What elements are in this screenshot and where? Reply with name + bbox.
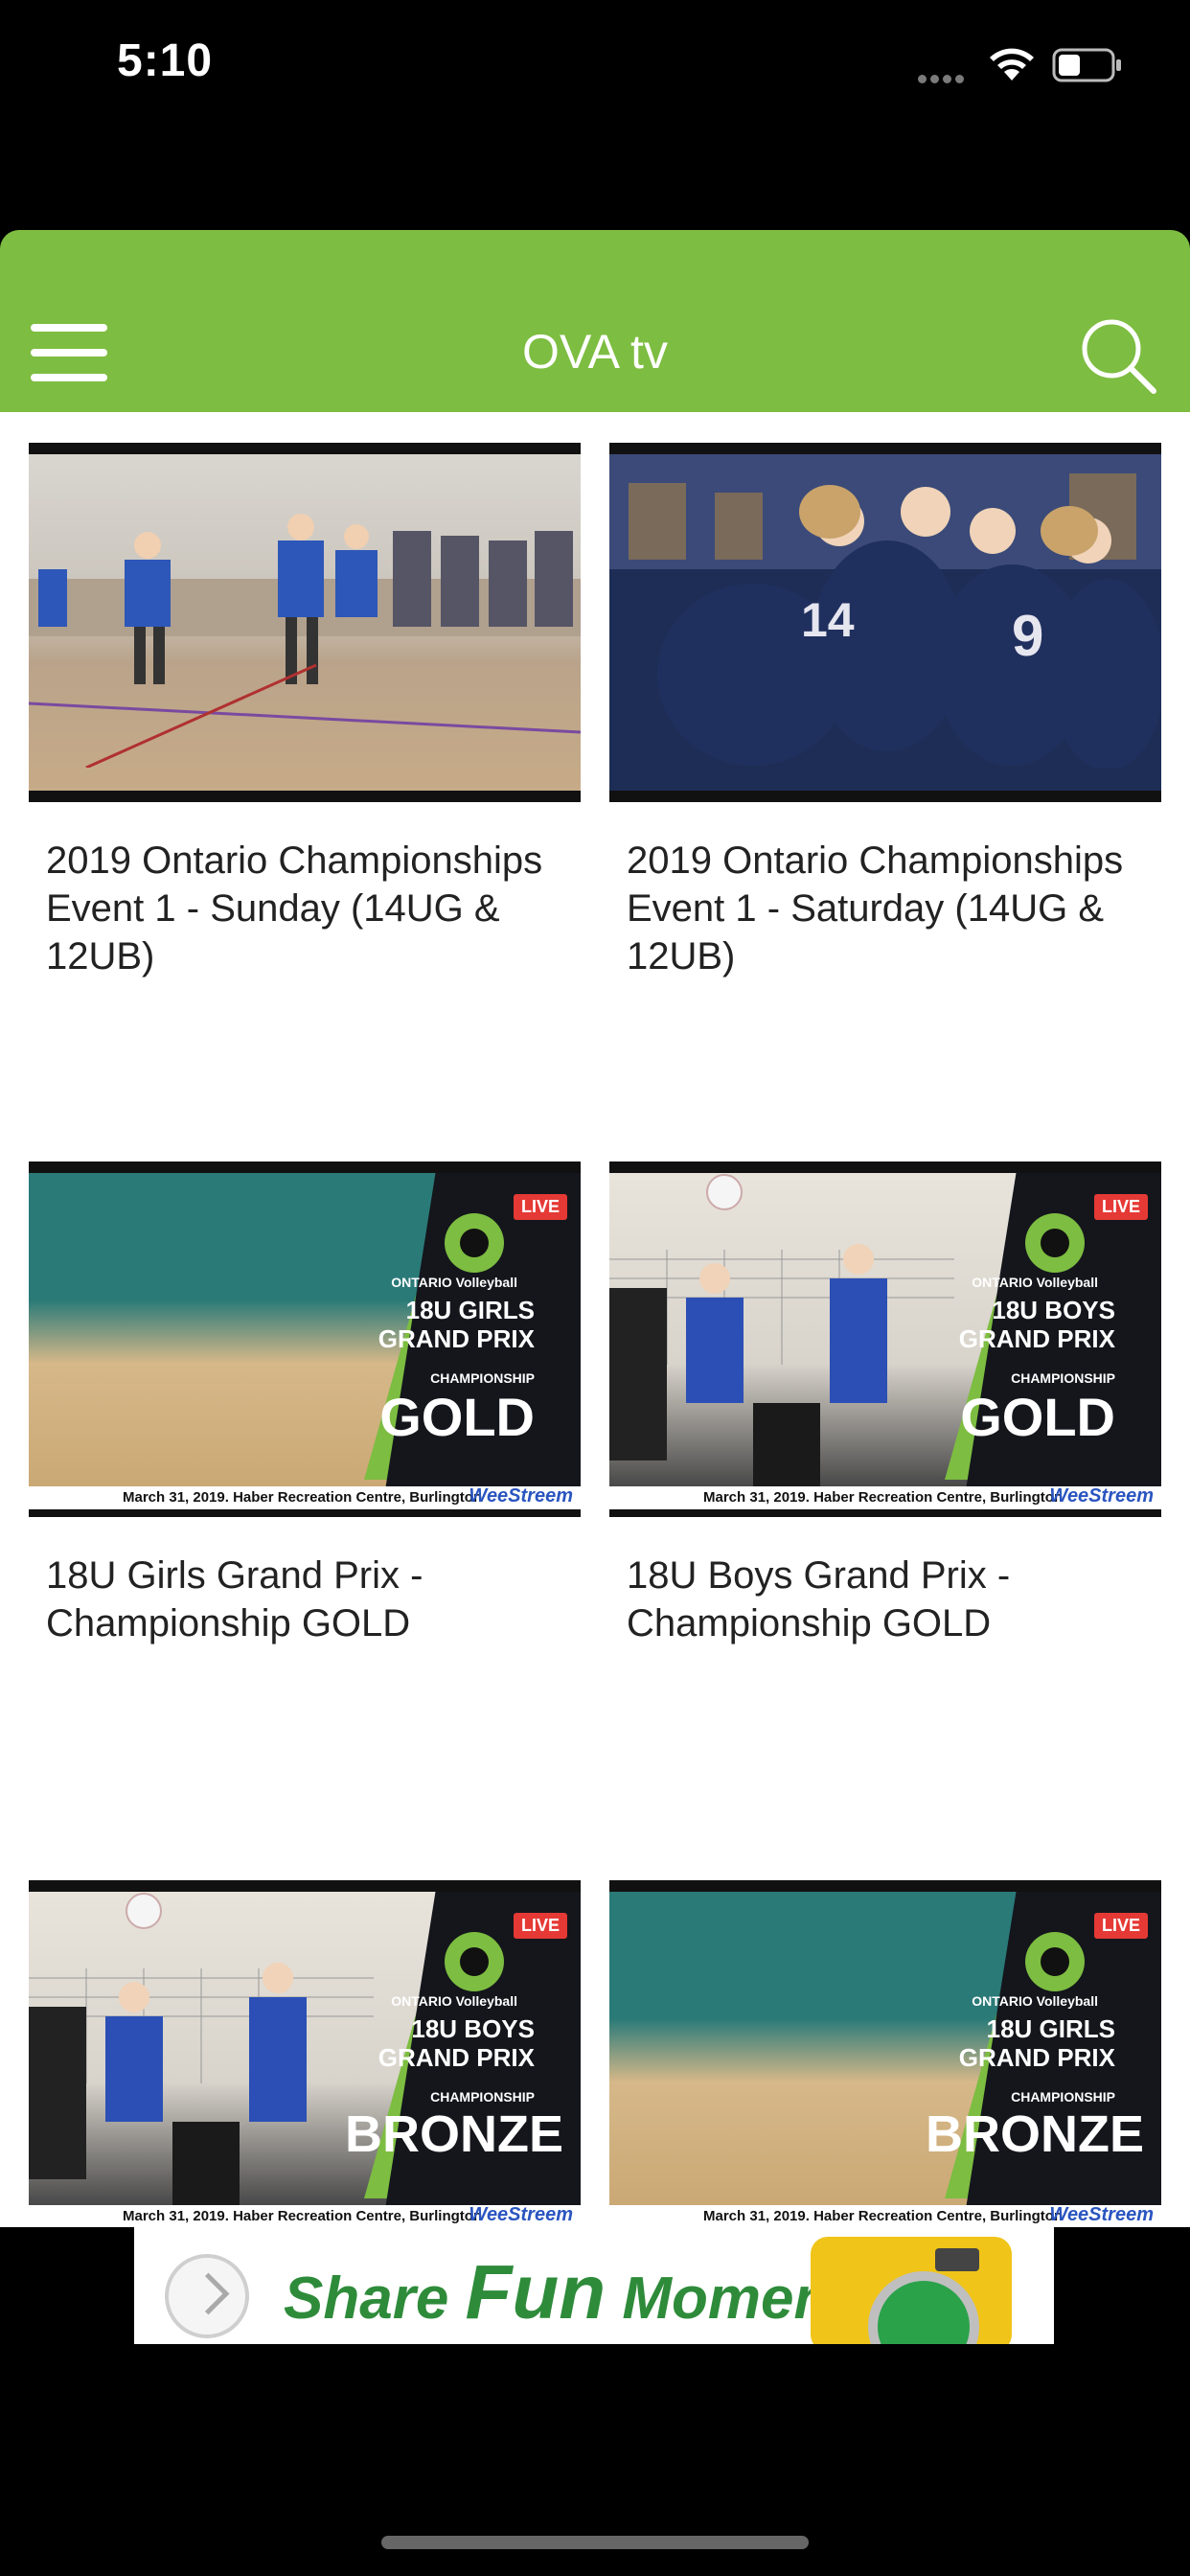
video-card[interactable]: ONTARIO Volleyball LIVE 18U GIRLS GRAND … <box>29 1162 581 1647</box>
weestreem-logo: WeeStreem <box>469 2204 573 2225</box>
volleyball-photo <box>29 514 581 770</box>
promo-sub: CHAMPIONSHIP <box>430 2089 535 2104</box>
promo-sub: CHAMPIONSHIP <box>1011 2089 1115 2104</box>
promo-footer: March 31, 2019. Haber Recreation Centre,… <box>123 1489 483 1506</box>
promo-line-2: GRAND PRIX <box>958 2043 1115 2072</box>
video-title: 2019 Ontario Championships Event 1 - Sun… <box>46 840 543 978</box>
promo-medal: BRONZE <box>926 2105 1144 2163</box>
video-title: 18U Girls Grand Prix - Championship GOLD <box>46 1554 423 1644</box>
ova-brand: ONTARIO Volleyball <box>972 1275 1098 1290</box>
promo-medal: GOLD <box>960 1387 1115 1447</box>
video-card[interactable]: ONTARIO Volleyball LIVE 18U BOYS GRAND P… <box>609 1162 1161 1647</box>
app-header: OVA tv <box>0 215 1190 412</box>
video-thumbnail: 14 9 <box>609 443 1161 802</box>
ova-logo <box>1025 1213 1085 1273</box>
camera-icon <box>811 2237 1012 2344</box>
svg-text:9: 9 <box>1012 604 1043 668</box>
promo-line-2: GRAND PRIX <box>378 1324 535 1353</box>
wifi-icon <box>990 48 1034 80</box>
status-time: 5:10 <box>117 35 214 86</box>
live-badge: LIVE <box>1093 1194 1148 1220</box>
ova-logo <box>445 1213 504 1273</box>
promo-footer: March 31, 2019. Haber Recreation Centre,… <box>123 2208 483 2224</box>
live-badge: LIVE <box>1093 1913 1148 1939</box>
home-indicator[interactable] <box>381 2536 809 2549</box>
volleyball-photo <box>29 1893 374 2208</box>
video-thumbnail: ONTARIO Volleyball LIVE 18U GIRLS GRAND … <box>29 1162 581 1517</box>
video-thumbnail <box>29 443 581 802</box>
ova-brand: ONTARIO Volleyball <box>972 1993 1098 2009</box>
video-title: 18U Boys Grand Prix - Championship GOLD <box>627 1554 1011 1644</box>
volleyball-photo: 14 9 <box>609 454 1161 770</box>
ova-logo <box>1025 1932 1085 1991</box>
promo-line-1: 18U GIRLS <box>986 2014 1115 2043</box>
video-card[interactable]: 14 9 2019 Ontario Championships Event 1 … <box>609 443 1161 980</box>
promo-medal: GOLD <box>379 1387 535 1447</box>
ad-arrow-icon <box>165 2254 249 2338</box>
weestreem-logo: WeeStreem <box>1049 2204 1154 2225</box>
ad-banner[interactable]: Share Fun Moments <box>134 2227 1054 2344</box>
video-thumbnail: ONTARIO Volleyball LIVE 18U BOYS GRAND P… <box>29 1880 581 2227</box>
promo-medal: BRONZE <box>345 2105 563 2163</box>
page-title: OVA tv <box>522 325 668 379</box>
video-card[interactable]: ONTARIO Volleyball LIVE 18U BOYS GRAND P… <box>29 1880 581 2227</box>
promo-footer: March 31, 2019. Haber Recreation Centre,… <box>703 1489 1064 1506</box>
battery-icon <box>1052 48 1121 82</box>
ova-brand: ONTARIO Volleyball <box>391 1275 517 1290</box>
video-card[interactable]: 2019 Ontario Championships Event 1 - Sun… <box>29 443 581 980</box>
live-badge: LIVE <box>513 1913 567 1939</box>
ova-logo <box>445 1932 504 1991</box>
volleyball-photo <box>609 1174 954 1489</box>
video-title: 2019 Ontario Championships Event 1 - Sat… <box>627 840 1124 978</box>
cellular-signal-icon <box>918 71 968 88</box>
search-icon[interactable] <box>1077 314 1159 397</box>
promo-line-1: 18U BOYS <box>992 1296 1115 1324</box>
ova-brand: ONTARIO Volleyball <box>391 1993 517 2009</box>
promo-line-1: 18U GIRLS <box>405 1296 535 1324</box>
status-bar: 5:10 <box>0 0 1190 134</box>
weestreem-logo: WeeStreem <box>469 1485 573 1506</box>
video-card[interactable]: ONTARIO Volleyball LIVE 18U GIRLS GRAND … <box>609 1880 1161 2227</box>
ad-text: Share Fun Moments <box>284 2249 883 2334</box>
promo-line-1: 18U BOYS <box>411 2014 535 2043</box>
video-grid: 2019 Ontario Championships Event 1 - Sun… <box>0 412 1190 2227</box>
live-badge: LIVE <box>513 1194 567 1220</box>
promo-line-2: GRAND PRIX <box>378 2043 535 2072</box>
promo-sub: CHAMPIONSHIP <box>430 1370 535 1386</box>
promo-sub: CHAMPIONSHIP <box>1011 1370 1115 1386</box>
svg-text:14: 14 <box>801 593 855 647</box>
video-thumbnail: ONTARIO Volleyball LIVE 18U BOYS GRAND P… <box>609 1162 1161 1517</box>
promo-footer: March 31, 2019. Haber Recreation Centre,… <box>703 2208 1064 2224</box>
weestreem-logo: WeeStreem <box>1049 1485 1154 1506</box>
promo-line-2: GRAND PRIX <box>958 1324 1115 1353</box>
video-thumbnail: ONTARIO Volleyball LIVE 18U GIRLS GRAND … <box>609 1880 1161 2227</box>
